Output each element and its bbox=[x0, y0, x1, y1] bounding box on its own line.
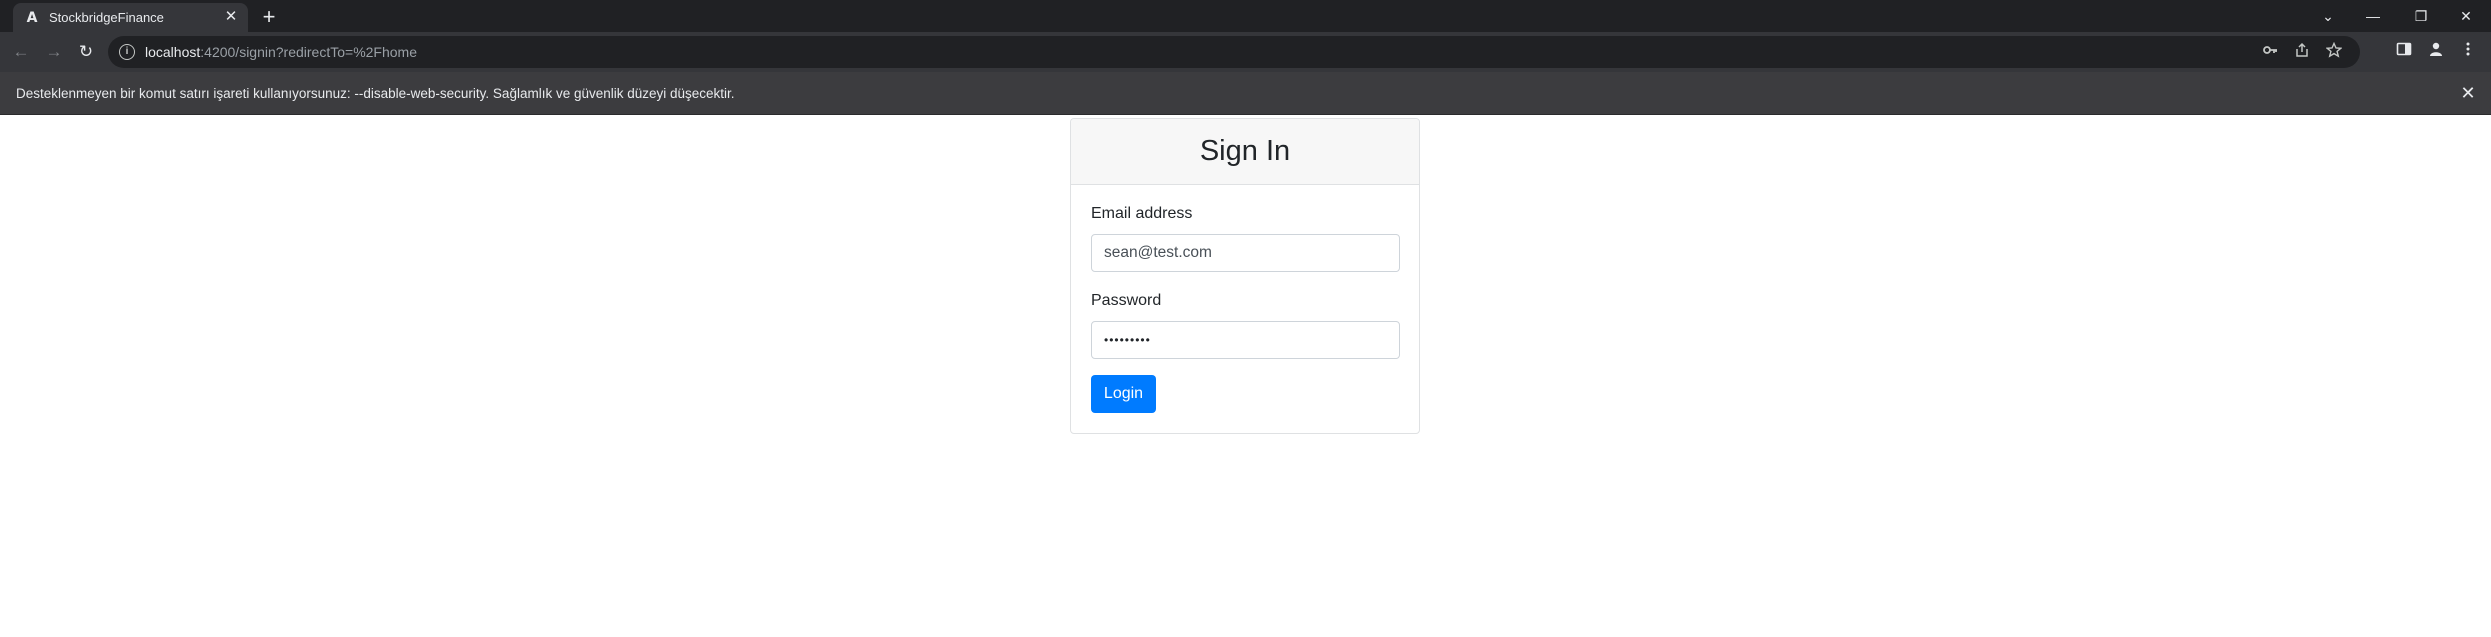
email-label: Email address bbox=[1091, 205, 1193, 222]
address-bar[interactable]: i localhost:4200/signin?redirectTo=%2Fho… bbox=[108, 36, 2360, 68]
back-icon[interactable]: ← bbox=[10, 41, 32, 63]
login-button[interactable]: Login bbox=[1091, 375, 1156, 413]
angular-favicon-icon: A bbox=[26, 9, 38, 26]
url-path: :4200/signin?redirectTo=%2Fhome bbox=[200, 44, 418, 60]
password-field[interactable]: ••••••••• bbox=[1091, 321, 1400, 359]
infobar-message: Desteklenmeyen bir komut satırı işareti … bbox=[16, 86, 735, 101]
reload-icon[interactable]: ↻ bbox=[75, 41, 97, 63]
unsupported-flag-infobar: Desteklenmeyen bir komut satırı işareti … bbox=[0, 72, 2491, 115]
restore-icon[interactable]: ❐ bbox=[2408, 4, 2434, 28]
url-host: localhost bbox=[145, 44, 201, 60]
site-info-icon[interactable]: i bbox=[119, 44, 135, 60]
email-field[interactable]: sean@test.com bbox=[1091, 234, 1400, 272]
window-close-icon[interactable]: ✕ bbox=[2453, 4, 2479, 28]
profile-icon[interactable] bbox=[2425, 41, 2447, 63]
forward-icon[interactable]: → bbox=[43, 41, 65, 63]
key-icon[interactable] bbox=[2260, 42, 2280, 62]
password-label: Password bbox=[1091, 292, 1162, 309]
url-text[interactable]: localhost:4200/signin?redirectTo=%2Fhome bbox=[145, 44, 417, 60]
minimize-icon[interactable]: — bbox=[2360, 4, 2386, 28]
page-content: Sign In Email address sean@test.com Pass… bbox=[0, 115, 2491, 637]
tab-search-icon[interactable]: ⌄ bbox=[2315, 4, 2341, 28]
browser-toolbar: ← → ↻ i localhost:4200/signin?redirectTo… bbox=[0, 32, 2491, 72]
side-panel-icon[interactable] bbox=[2393, 41, 2415, 63]
signin-form: Email address sean@test.com Password •••… bbox=[1071, 185, 1419, 413]
browser-tab-strip: A StockbridgeFinance ✕ + ⌄ — ❐ ✕ bbox=[0, 0, 2491, 32]
tab-title: StockbridgeFinance bbox=[49, 10, 164, 25]
menu-icon[interactable] bbox=[2457, 41, 2479, 63]
omnibox-actions bbox=[2260, 41, 2344, 62]
infobar-close-icon[interactable]: ✕ bbox=[2457, 82, 2479, 104]
signin-card: Sign In Email address sean@test.com Pass… bbox=[1070, 118, 1420, 434]
new-tab-button[interactable]: + bbox=[258, 6, 280, 29]
page-title: Sign In bbox=[1199, 135, 1291, 167]
card-header: Sign In bbox=[1071, 119, 1419, 185]
tab-close-icon[interactable]: ✕ bbox=[223, 9, 239, 25]
browser-tab[interactable]: A StockbridgeFinance ✕ bbox=[13, 3, 248, 32]
share-icon[interactable] bbox=[2292, 42, 2312, 62]
star-icon[interactable] bbox=[2324, 41, 2344, 62]
